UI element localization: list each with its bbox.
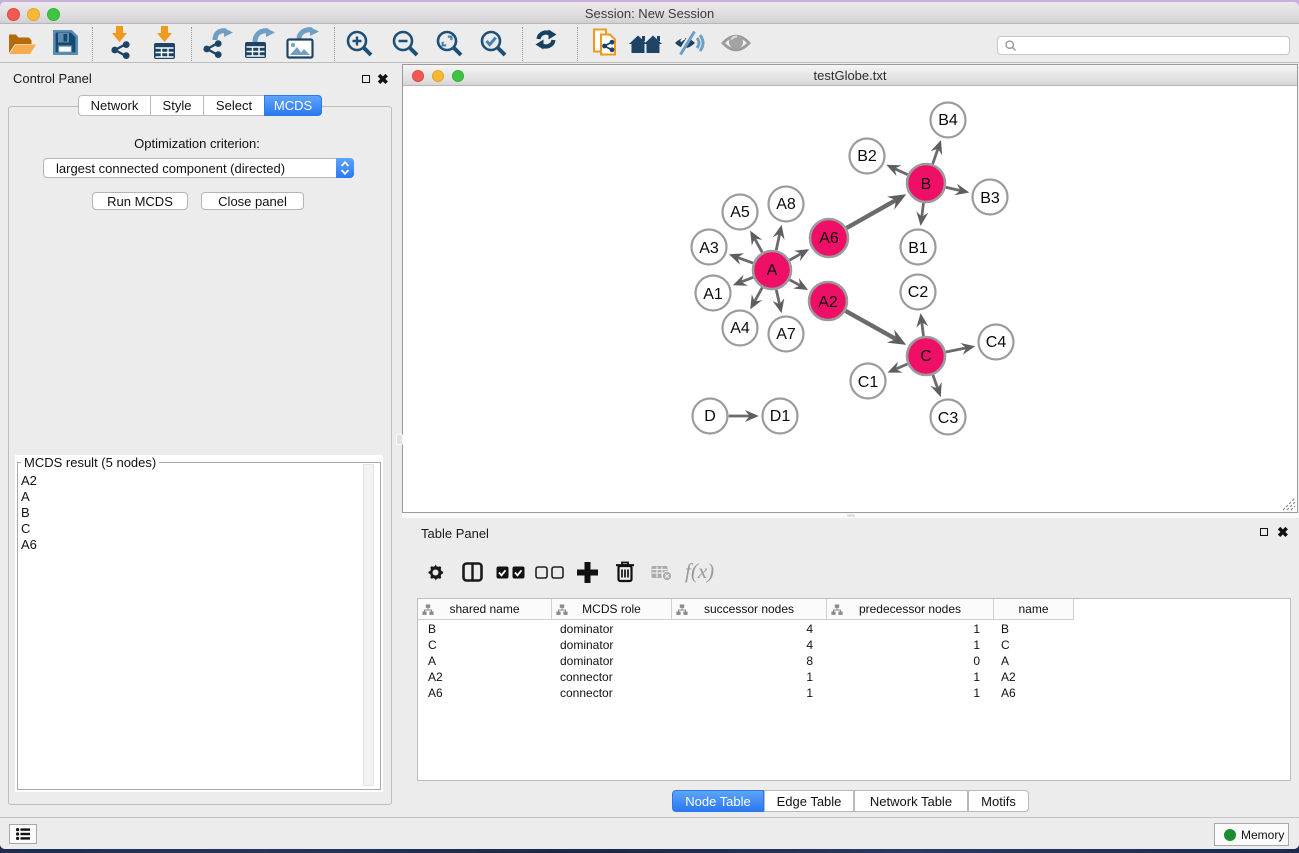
svg-text:C4: C4 [986, 334, 1007, 351]
svg-text:B3: B3 [980, 190, 1000, 207]
svg-text:C1: C1 [858, 374, 879, 391]
svg-text:B: B [921, 176, 932, 193]
svg-text:C3: C3 [938, 410, 959, 427]
svg-text:A8: A8 [776, 196, 796, 213]
svg-text:A5: A5 [730, 204, 750, 221]
svg-text:A7: A7 [776, 326, 796, 343]
svg-text:A2: A2 [818, 294, 838, 311]
svg-text:D: D [704, 408, 716, 425]
svg-text:C2: C2 [908, 284, 929, 301]
svg-text:B2: B2 [857, 148, 877, 165]
svg-text:C: C [920, 348, 932, 365]
svg-text:A6: A6 [819, 230, 839, 247]
svg-text:A4: A4 [730, 320, 750, 337]
svg-text:A: A [767, 262, 778, 279]
svg-text:A1: A1 [703, 286, 723, 303]
svg-text:f(x): f(x) [685, 561, 714, 583]
svg-text:D1: D1 [770, 408, 791, 425]
svg-text:B4: B4 [938, 112, 958, 129]
svg-text:B1: B1 [908, 240, 928, 257]
svg-text:A3: A3 [699, 240, 719, 257]
